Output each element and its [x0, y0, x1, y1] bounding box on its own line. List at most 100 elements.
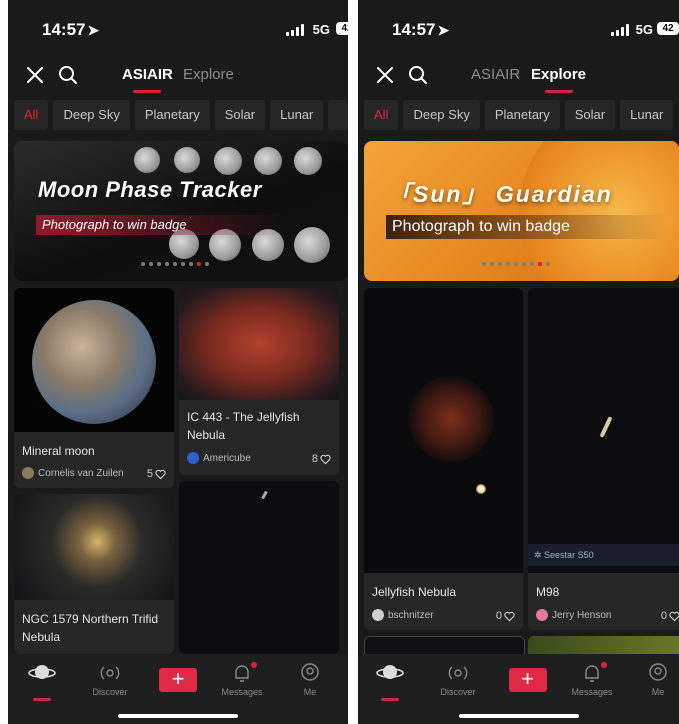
event-banner[interactable]: Moon Phase Tracker Photograph to win bad…: [14, 141, 348, 281]
star: [476, 484, 486, 494]
post-author[interactable]: bschnitzer: [372, 609, 434, 623]
notification-dot: [601, 662, 607, 668]
post-author[interactable]: Jerry Henson: [536, 609, 611, 623]
heart-icon: [669, 611, 679, 621]
chip-lunar[interactable]: Lunar: [270, 100, 324, 130]
like-count[interactable]: 0: [661, 609, 679, 623]
moon-phase-image: [134, 147, 160, 173]
close-icon[interactable]: [26, 66, 44, 84]
nav-home[interactable]: [12, 662, 72, 701]
post-card[interactable]: ✲ Seestar S50 M98 Jerry Henson 0: [528, 288, 679, 630]
battery-icon: 42: [336, 22, 348, 35]
post-image: ✲ Seestar S50: [528, 288, 679, 573]
search-icon[interactable]: [58, 65, 78, 85]
post-title: NGC 1579 Northern Trifid Nebula: [22, 612, 159, 644]
tab-explore[interactable]: Explore: [183, 66, 234, 83]
add-post-button[interactable]: +: [159, 668, 197, 692]
chip-all[interactable]: All: [14, 100, 49, 130]
nav-me[interactable]: Me: [280, 662, 340, 697]
nav-home[interactable]: [360, 662, 420, 701]
chip-solar[interactable]: Solar: [214, 100, 266, 130]
post-title: Jellyfish Nebula: [372, 585, 457, 599]
nebula-photo: [408, 376, 494, 462]
post-card[interactable]: NGC 1579 Northern Trifid Nebula: [14, 494, 174, 654]
profile-icon: [301, 663, 319, 681]
top-bar: ASIAIR Explore: [358, 60, 679, 93]
post-image: [14, 288, 174, 432]
moon-phase-image: [294, 147, 322, 175]
planet-icon: [376, 665, 404, 679]
carousel-dots: [481, 253, 554, 271]
heart-icon: [155, 469, 166, 479]
post-card[interactable]: Jellyfish Nebula bschnitzer 0: [364, 288, 523, 630]
close-icon[interactable]: [376, 66, 394, 84]
post-image: [364, 288, 523, 573]
discover-icon: [448, 666, 468, 680]
nav-me[interactable]: Me: [628, 662, 679, 697]
banner-title: 「Sun」 Guardian: [388, 181, 613, 207]
right-screen: 14:57 ➤ 5G 42 ASIAIR Explore All Deep Sky P…: [358, 0, 679, 724]
chip-deep-sky[interactable]: Deep Sky: [403, 100, 480, 130]
chip-more[interactable]: ​: [328, 100, 348, 130]
top-bar: ASIAIR Explore: [8, 60, 348, 93]
chip-solar[interactable]: Solar: [564, 100, 616, 130]
chip-all[interactable]: All: [364, 100, 399, 130]
chip-planetary[interactable]: Planetary: [134, 100, 210, 130]
post-author[interactable]: Americube: [187, 452, 251, 466]
nav-active-indicator: [381, 698, 399, 701]
like-count[interactable]: 0: [496, 609, 515, 623]
left-screen: 14:57➤ 5G 42 ASIAIR Explore AllDeep SkyP…: [8, 0, 348, 724]
like-count[interactable]: 5: [147, 467, 166, 481]
nav-discover[interactable]: Discover: [80, 662, 140, 697]
carousel-dots: [141, 253, 213, 271]
status-time: 14:57 ➤: [42, 20, 100, 39]
post-title: IC 443 - The Jellyfish Nebula: [187, 410, 300, 442]
discover-icon: [100, 666, 120, 680]
tab-underline: [133, 90, 162, 93]
status-bar: 14:57➤ 5G 42: [358, 18, 679, 44]
post-card[interactable]: Mineral moon Cornelis van Zuilen 5: [14, 288, 174, 488]
battery-icon: 42: [657, 22, 679, 35]
tab-asiair[interactable]: ASIAIR: [471, 66, 520, 83]
chip-lunar[interactable]: Lunar: [620, 100, 674, 130]
avatar: [22, 467, 34, 480]
network-label: 5G: [635, 22, 653, 37]
notification-dot: [251, 662, 257, 668]
avatar: [187, 452, 199, 465]
heart-icon: [320, 454, 331, 464]
nav-discover[interactable]: Discover: [428, 662, 488, 697]
nav-messages[interactable]: Messages: [212, 662, 272, 697]
heart-icon: [504, 611, 515, 621]
chip-planetary[interactable]: Planetary: [484, 100, 560, 130]
moon-phase-image: [214, 147, 242, 175]
avatar: [536, 609, 548, 622]
profile-icon: [649, 663, 667, 681]
home-indicator: [118, 714, 238, 718]
banner-subtitle: Photograph to win badge: [36, 215, 287, 235]
post-card[interactable]: IC 443 - The Jellyfish Nebula Americube …: [179, 288, 339, 475]
banner-title: Moon Phase Tracker: [38, 177, 262, 202]
seestar-icon: ✲: [534, 550, 545, 560]
category-filter: All Deep Sky Planetary Solar Lunar: [364, 100, 678, 130]
status-bar: 14:57➤ 5G 42: [8, 18, 348, 44]
post-card[interactable]: [179, 481, 339, 654]
event-banner[interactable]: 「Sun」 Guardian Photograph to win badge: [364, 141, 679, 281]
bottom-nav: Discover + Messages Me: [358, 654, 679, 724]
tab-asiair[interactable]: ASIAIR: [122, 66, 173, 93]
search-icon[interactable]: [408, 65, 428, 85]
post-title: Mineral moon: [22, 444, 95, 458]
add-post-button[interactable]: +: [508, 668, 547, 692]
nav-active-indicator: [33, 698, 51, 701]
location-arrow-icon: ➤: [437, 22, 450, 38]
like-count[interactable]: 8: [312, 452, 331, 466]
banner-subtitle: Photograph to win badge: [386, 215, 670, 239]
moon-phase-image: [254, 147, 282, 175]
post-image: [179, 481, 339, 654]
chip-deep-sky[interactable]: Deep Sky: [53, 100, 130, 130]
post-author[interactable]: Cornelis van Zuilen: [22, 467, 124, 481]
galaxy-photo: [261, 490, 268, 500]
post-title: M98: [536, 585, 560, 599]
nav-messages[interactable]: Messages: [562, 662, 622, 697]
location-arrow-icon: ➤: [87, 22, 100, 38]
tab-explore[interactable]: Explore: [531, 66, 586, 93]
